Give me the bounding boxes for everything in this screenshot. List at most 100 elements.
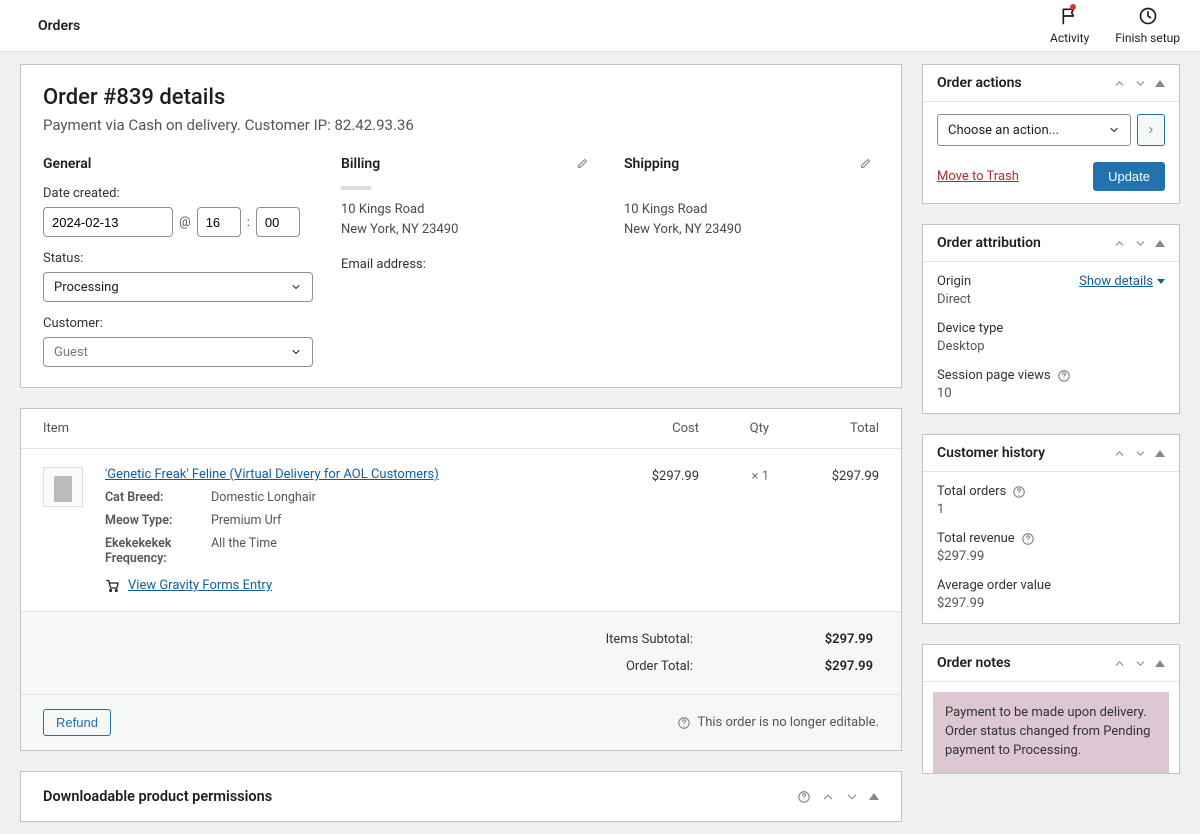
- subtotal-label: Items Subtotal:: [513, 632, 693, 647]
- item-thumbnail[interactable]: [43, 467, 83, 507]
- collapse-toggle[interactable]: [1155, 80, 1165, 87]
- chevron-up-icon[interactable]: [1113, 77, 1126, 90]
- help-icon: [677, 716, 691, 730]
- activity-label: Activity: [1050, 31, 1089, 45]
- chevron-down-icon[interactable]: [1134, 447, 1147, 460]
- chevron-up-icon[interactable]: [1113, 657, 1126, 670]
- chevron-right-icon: [1146, 125, 1156, 135]
- shipping-heading: Shipping: [624, 156, 879, 172]
- clock-icon: [1138, 6, 1158, 29]
- not-editable-text: This order is no longer editable.: [697, 715, 879, 730]
- billing-heading: Billing: [341, 156, 596, 172]
- pencil-icon[interactable]: [576, 156, 590, 170]
- order-details-panel: Order #839 details Payment via Cash on d…: [20, 64, 902, 388]
- chevron-down-icon[interactable]: [1134, 657, 1147, 670]
- general-column: General Date created: @ : Status: Proces…: [43, 156, 313, 367]
- order-title: Order #839 details: [43, 85, 879, 110]
- customer-label: Customer:: [43, 316, 313, 331]
- order-actions-panel: Order actions Choose an action...: [922, 64, 1180, 204]
- views-label: Session page views: [937, 368, 1165, 383]
- items-header: Item Cost Qty Total: [21, 409, 901, 449]
- history-title: Customer history: [937, 445, 1045, 461]
- general-heading: General: [43, 156, 313, 172]
- notes-title: Order notes: [937, 655, 1011, 671]
- move-to-trash-link[interactable]: Move to Trash: [937, 169, 1019, 184]
- help-icon[interactable]: [1057, 369, 1071, 383]
- help-icon[interactable]: [1021, 532, 1035, 546]
- hour-input[interactable]: [197, 207, 241, 237]
- chevron-up-icon[interactable]: [1113, 237, 1126, 250]
- help-icon[interactable]: [1012, 485, 1026, 499]
- name-placeholder: [341, 186, 371, 190]
- chevron-up-icon[interactable]: [821, 790, 835, 804]
- date-input[interactable]: [43, 207, 173, 237]
- finish-setup-label: Finish setup: [1115, 31, 1180, 45]
- chevron-down-icon: [290, 281, 302, 293]
- chevron-down-icon: [290, 346, 302, 358]
- order-actions-title: Order actions: [937, 75, 1022, 91]
- update-button[interactable]: Update: [1093, 162, 1165, 191]
- finish-setup-button[interactable]: Finish setup: [1115, 6, 1180, 45]
- avg-label: Average order value: [937, 578, 1165, 593]
- col-cost: Cost: [589, 421, 699, 436]
- topbar: Orders Activity Finish setup: [0, 0, 1200, 52]
- status-value: Processing: [54, 280, 119, 295]
- dpp-title: Downloadable product permissions: [43, 788, 272, 805]
- email-label: Email address:: [341, 257, 596, 272]
- total-orders-value: 1: [937, 502, 1165, 517]
- action-select[interactable]: Choose an action...: [937, 114, 1131, 146]
- chevron-down-icon: [1108, 124, 1120, 136]
- origin-label: Origin: [937, 274, 971, 289]
- minute-input[interactable]: [256, 207, 300, 237]
- collapse-toggle[interactable]: [1155, 240, 1165, 247]
- order-subtitle: Payment via Cash on delivery. Customer I…: [43, 116, 879, 134]
- customer-value: Guest: [54, 345, 88, 360]
- customer-history-panel: Customer history Total orders 1: [922, 434, 1180, 624]
- order-attribution-panel: Order attribution Origin Direct Show det…: [922, 224, 1180, 414]
- downloadable-permissions-panel: Downloadable product permissions: [20, 771, 902, 822]
- gravity-forms-link[interactable]: View Gravity Forms Entry: [128, 578, 272, 593]
- attribution-title: Order attribution: [937, 235, 1041, 251]
- collapse-toggle[interactable]: [1155, 660, 1165, 667]
- meta-label: Cat Breed:: [105, 490, 211, 505]
- item-name-link[interactable]: 'Genetic Freak' Feline (Virtual Delivery…: [105, 467, 439, 482]
- chevron-down-icon[interactable]: [1134, 237, 1147, 250]
- shipping-line2: New York, NY 23490: [624, 220, 879, 240]
- activity-button[interactable]: Activity: [1050, 6, 1089, 45]
- order-total-value: $297.99: [773, 659, 873, 674]
- chevron-down-icon[interactable]: [845, 790, 859, 804]
- chevron-up-icon[interactable]: [1113, 447, 1126, 460]
- help-icon[interactable]: [797, 790, 811, 804]
- colon: :: [247, 215, 250, 230]
- meta-value: Premium Urf: [211, 513, 281, 528]
- execute-action-button[interactable]: [1137, 114, 1165, 146]
- pencil-icon[interactable]: [859, 156, 873, 170]
- meta-label: Ekekekekek Frequency:: [105, 536, 211, 566]
- status-select[interactable]: Processing: [43, 272, 313, 302]
- billing-column: Billing 10 Kings Road New York, NY 23490…: [341, 156, 596, 367]
- show-details-link[interactable]: Show details: [1079, 274, 1165, 289]
- chevron-down-icon[interactable]: [1134, 77, 1147, 90]
- item-total: $297.99: [769, 467, 879, 484]
- billing-line2: New York, NY 23490: [341, 220, 596, 240]
- at-symbol: @: [179, 215, 191, 230]
- refund-button[interactable]: Refund: [43, 709, 111, 736]
- item-qty: × 1: [699, 467, 769, 484]
- meta-label: Meow Type:: [105, 513, 211, 528]
- status-label: Status:: [43, 251, 313, 266]
- show-details-text: Show details: [1079, 274, 1153, 289]
- avg-value: $297.99: [937, 596, 1165, 611]
- customer-select[interactable]: Guest: [43, 337, 313, 367]
- origin-value: Direct: [937, 292, 971, 307]
- items-panel: Item Cost Qty Total 'Genetic Freak' Feli…: [20, 408, 902, 751]
- device-value: Desktop: [937, 339, 1165, 354]
- page-title: Orders: [38, 18, 80, 34]
- topbar-actions: Activity Finish setup: [1050, 6, 1180, 45]
- shipping-column: Shipping 10 Kings Road New York, NY 2349…: [624, 156, 879, 367]
- meta-value: Domestic Longhair: [211, 490, 316, 505]
- collapse-toggle[interactable]: [869, 793, 879, 800]
- col-total: Total: [769, 421, 879, 436]
- order-note: Payment to be made upon delivery. Order …: [933, 692, 1169, 773]
- totals-block: Items Subtotal: $297.99 Order Total: $29…: [21, 612, 901, 695]
- collapse-toggle[interactable]: [1155, 450, 1165, 457]
